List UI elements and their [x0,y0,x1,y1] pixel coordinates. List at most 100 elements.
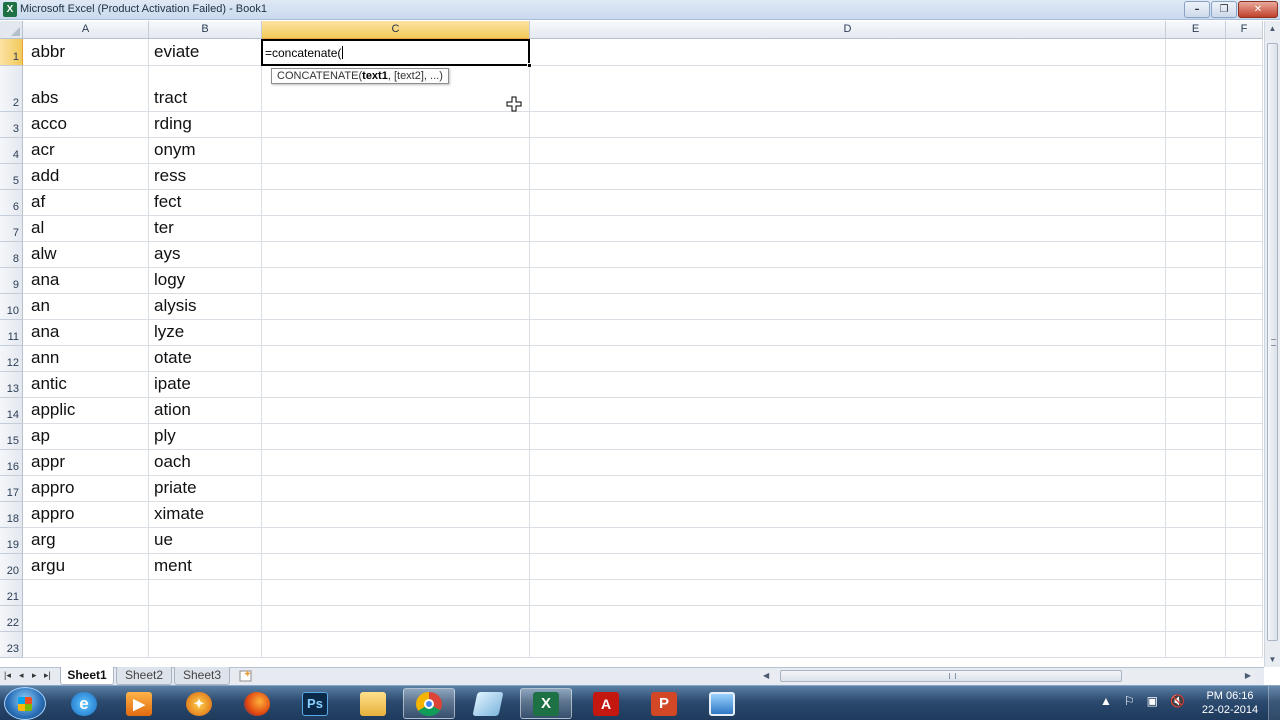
cell-a7[interactable]: al [23,216,149,242]
cell-f18[interactable] [1226,502,1263,528]
cell-f3[interactable] [1226,112,1263,138]
cell-a8[interactable]: alw [23,242,149,268]
row-header[interactable]: 21 [0,580,23,606]
cell-e23[interactable] [1166,632,1226,658]
cell-f20[interactable] [1226,554,1263,580]
powerpoint-icon[interactable]: P [638,688,690,719]
cell-d8[interactable] [530,242,1166,268]
cell-f6[interactable] [1226,190,1263,216]
volume-muted-icon[interactable]: 🔇 [1170,694,1185,708]
cell-f2[interactable] [1226,66,1263,112]
cell-d2[interactable] [530,66,1166,112]
show-desktop-button[interactable] [1268,686,1280,720]
start-orb-icon[interactable] [4,687,46,720]
row-header[interactable]: 12 [0,346,23,372]
cell-c20[interactable] [262,554,530,580]
cell-b14[interactable]: ation [149,398,262,424]
cell-e20[interactable] [1166,554,1226,580]
row-header[interactable]: 15 [0,424,23,450]
row-header[interactable]: 1 [0,39,23,66]
cell-f5[interactable] [1226,164,1263,190]
column-header-c[interactable]: C [262,21,530,39]
cell-b21[interactable] [149,580,262,606]
taskbar-clock[interactable]: PM 06:16 22-02-2014 [1196,689,1264,717]
row-header[interactable]: 14 [0,398,23,424]
cell-b5[interactable]: ress [149,164,262,190]
cell-b8[interactable]: ays [149,242,262,268]
cell-a3[interactable]: acco [23,112,149,138]
notepad-icon[interactable] [462,688,514,719]
cell-f17[interactable] [1226,476,1263,502]
cell-d21[interactable] [530,580,1166,606]
scroll-down-arrow-icon[interactable]: ▼ [1265,652,1280,667]
cell-a2[interactable]: abs [23,66,149,112]
row-header[interactable]: 3 [0,112,23,138]
cell-f13[interactable] [1226,372,1263,398]
column-header-d[interactable]: D [530,21,1166,39]
cell-c7[interactable] [262,216,530,242]
column-header-a[interactable]: A [23,21,149,39]
cell-d17[interactable] [530,476,1166,502]
cell-edit-text[interactable]: =concatenate( [265,46,344,60]
cell-a19[interactable]: arg [23,528,149,554]
cell-f4[interactable] [1226,138,1263,164]
cell-b2[interactable]: tract [149,66,262,112]
cell-b1[interactable]: eviate [149,39,262,66]
cell-a15[interactable]: ap [23,424,149,450]
insert-worksheet-icon[interactable] [238,669,254,683]
select-all-button[interactable] [0,21,23,39]
cell-a20[interactable]: argu [23,554,149,580]
cell-e16[interactable] [1166,450,1226,476]
cell-b19[interactable]: ue [149,528,262,554]
cell-b13[interactable]: ipate [149,372,262,398]
row-header[interactable]: 6 [0,190,23,216]
cell-d3[interactable] [530,112,1166,138]
cell-b22[interactable] [149,606,262,632]
row-header[interactable]: 22 [0,606,23,632]
cell-f22[interactable] [1226,606,1263,632]
horizontal-scrollbar[interactable]: ◀ ▶ [760,669,1254,684]
row-header[interactable]: 7 [0,216,23,242]
cell-c22[interactable] [262,606,530,632]
cell-e22[interactable] [1166,606,1226,632]
next-sheet-icon[interactable]: ▸ [32,670,37,681]
cell-c12[interactable] [262,346,530,372]
cell-f10[interactable] [1226,294,1263,320]
cell-e10[interactable] [1166,294,1226,320]
firefox-alt-icon[interactable]: ✦ [173,688,225,719]
cell-e1[interactable] [1166,39,1226,66]
cell-b16[interactable]: oach [149,450,262,476]
cell-d4[interactable] [530,138,1166,164]
row-header[interactable]: 10 [0,294,23,320]
last-sheet-icon[interactable]: ▸| [44,670,51,681]
cell-b4[interactable]: onym [149,138,262,164]
cell-a12[interactable]: ann [23,346,149,372]
cell-e12[interactable] [1166,346,1226,372]
cell-d6[interactable] [530,190,1166,216]
row-header[interactable]: 13 [0,372,23,398]
cell-c14[interactable] [262,398,530,424]
scroll-left-arrow-icon[interactable]: ◀ [763,671,769,680]
remote-desktop-icon[interactable] [696,688,748,719]
cell-e19[interactable] [1166,528,1226,554]
show-hidden-icons-icon[interactable]: ▲ [1100,694,1112,708]
cell-b7[interactable]: ter [149,216,262,242]
cell-f23[interactable] [1226,632,1263,658]
cell-f19[interactable] [1226,528,1263,554]
cell-e2[interactable] [1166,66,1226,112]
cell-c10[interactable] [262,294,530,320]
cell-f11[interactable] [1226,320,1263,346]
column-header-b[interactable]: B [149,21,262,39]
excel-icon[interactable]: X [520,688,572,719]
tooltip-function-name[interactable]: CONCATENATE( [277,70,362,82]
cell-c11[interactable] [262,320,530,346]
cell-e3[interactable] [1166,112,1226,138]
cell-a9[interactable]: ana [23,268,149,294]
row-header[interactable]: 2 [0,66,23,112]
cell-e8[interactable] [1166,242,1226,268]
cell-a14[interactable]: applic [23,398,149,424]
cell-a22[interactable] [23,606,149,632]
cell-b17[interactable]: priate [149,476,262,502]
photoshop-icon[interactable]: Ps [289,688,341,719]
cell-d10[interactable] [530,294,1166,320]
